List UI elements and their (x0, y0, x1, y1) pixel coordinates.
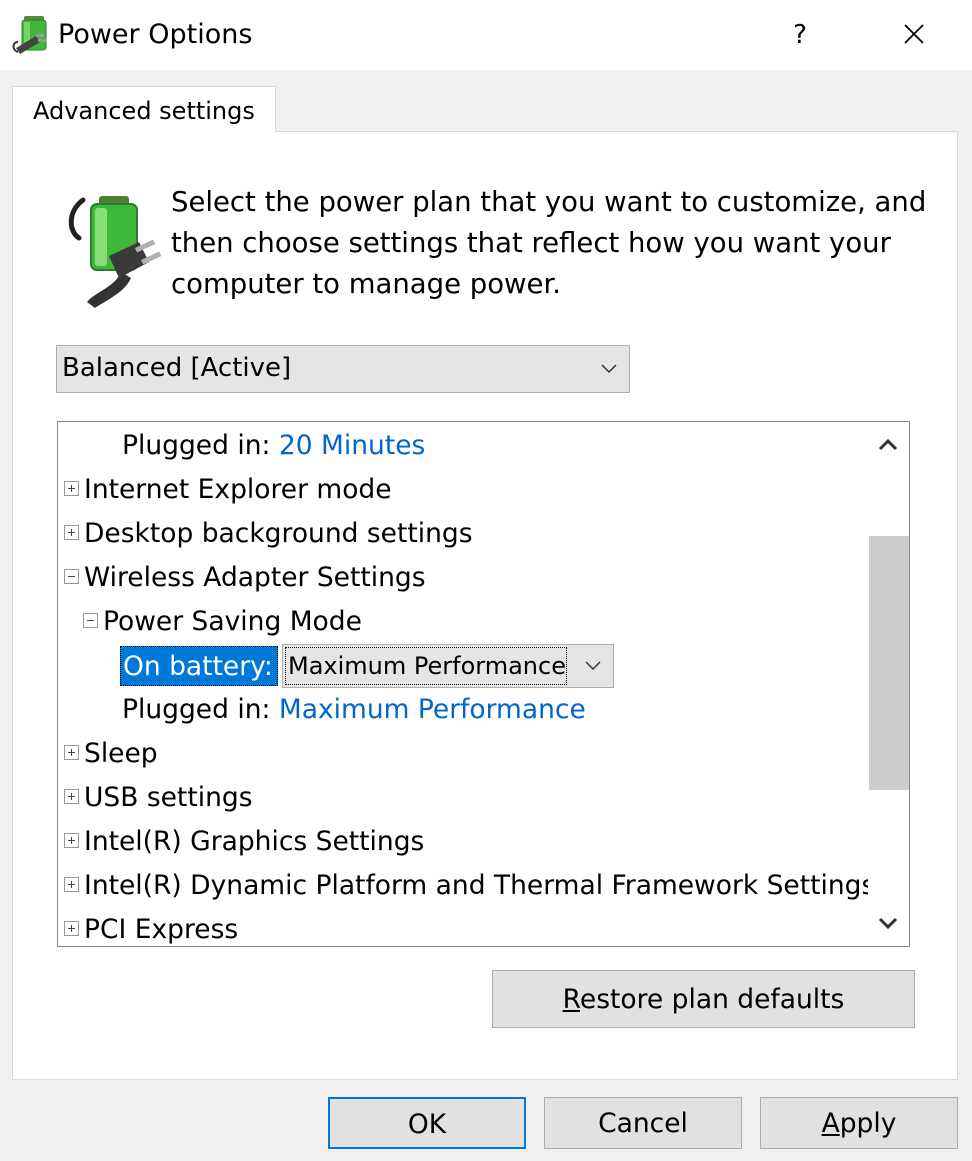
scroll-up-icon[interactable] (868, 422, 909, 466)
on-battery-value: Maximum Performance (285, 647, 567, 685)
tree-scrollbar[interactable] (868, 422, 909, 946)
collapse-icon[interactable] (83, 613, 98, 628)
scrollbar-thumb[interactable] (869, 536, 909, 790)
title-bar: Power Options ? (0, 0, 972, 70)
ok-button[interactable]: OK (328, 1097, 526, 1149)
tree-row-plugged-in[interactable]: Plugged in: 20 Minutes (122, 424, 425, 468)
tab-advanced-settings[interactable]: Advanced settings (12, 86, 276, 133)
plugged-in-label: Plugged in: (122, 430, 271, 461)
help-button[interactable]: ? (770, 10, 830, 60)
tree-item-label: USB settings (84, 782, 253, 813)
expand-icon[interactable] (64, 877, 79, 892)
apply-mnemonic: A (821, 1108, 840, 1139)
on-battery-label[interactable]: On battery: (120, 646, 278, 686)
plugged-in-label: Plugged in: (122, 694, 271, 725)
settings-tree[interactable]: Plugged in: 20 Minutes Internet Explorer… (57, 421, 910, 947)
expand-icon[interactable] (64, 481, 79, 496)
power-options-icon (12, 16, 47, 54)
restore-mnemonic: R (562, 984, 580, 1015)
expand-icon[interactable] (64, 525, 79, 540)
tree-row-plugged-in-2[interactable]: Plugged in: Maximum Performance (122, 688, 586, 732)
expand-icon[interactable] (64, 745, 79, 760)
tree-item-label: Desktop background settings (84, 518, 473, 549)
restore-label: estore plan defaults (579, 984, 845, 1015)
plugged-in-value-link[interactable]: 20 Minutes (279, 430, 425, 461)
tree-item-label: Intel(R) Dynamic Platform and Thermal Fr… (84, 870, 876, 901)
close-button[interactable] (884, 10, 944, 60)
window-title: Power Options (58, 19, 253, 50)
expand-icon[interactable] (64, 789, 79, 804)
tree-item-label: Internet Explorer mode (84, 474, 392, 505)
tree-item-label: PCI Express (84, 914, 239, 945)
tree-item-label: Sleep (84, 738, 158, 769)
chevron-down-icon (585, 661, 601, 671)
restore-plan-defaults-button[interactable]: Restore plan defaults (492, 970, 915, 1028)
power-plan-value: Balanced [Active] (62, 353, 292, 383)
tree-item-label: Wireless Adapter Settings (84, 562, 426, 593)
chevron-down-icon (601, 364, 617, 374)
description-text: Select the power plan that you want to c… (171, 186, 927, 300)
on-battery-select[interactable]: Maximum Performance (282, 644, 614, 688)
expand-icon[interactable] (64, 833, 79, 848)
expand-icon[interactable] (64, 921, 79, 936)
advanced-settings-panel: Select the power plan that you want to c… (12, 131, 958, 1080)
apply-label: pply (839, 1108, 897, 1139)
battery-plug-icon (68, 196, 162, 308)
tab-label: Advanced settings (33, 97, 255, 125)
tree-item-label: Power Saving Mode (103, 606, 362, 637)
tree-item-label: Intel(R) Graphics Settings (84, 826, 425, 857)
close-icon (904, 24, 924, 44)
apply-button[interactable]: Apply (760, 1097, 958, 1149)
plugged-in-value-link[interactable]: Maximum Performance (279, 694, 586, 725)
scroll-down-icon[interactable] (868, 902, 909, 946)
power-plan-select[interactable]: Balanced [Active] (56, 345, 630, 393)
cancel-button[interactable]: Cancel (544, 1097, 742, 1149)
collapse-icon[interactable] (64, 569, 79, 584)
